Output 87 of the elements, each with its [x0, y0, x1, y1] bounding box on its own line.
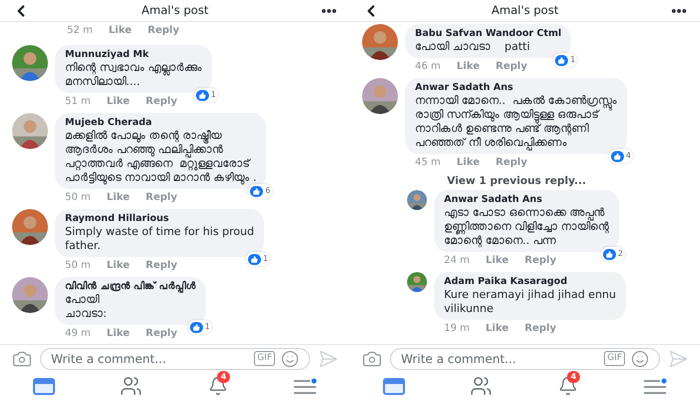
- comment-time: 19 m: [444, 323, 470, 335]
- reply-link[interactable]: Reply: [496, 61, 528, 73]
- commenter-name[interactable]: Mujeeb Cherada: [65, 117, 256, 129]
- reply-link[interactable]: Reply: [146, 260, 178, 272]
- comment-time: 46 m: [415, 61, 441, 73]
- comment-text-line: ഉണ്ണിത്താനെ വിളിച്ചോ നായിന്റെ: [444, 220, 609, 234]
- comment-text-line: മോന്റെ മോനെ.. പന്ന: [444, 234, 557, 248]
- emoji-icon[interactable]: [281, 350, 299, 368]
- comment-text-line: ആദർശം പറഞ്ഞു ഫലിപ്പിക്കാൻ: [65, 143, 224, 157]
- reply-link[interactable]: Reply: [146, 192, 178, 204]
- like-link[interactable]: Like: [106, 96, 130, 108]
- reply-link[interactable]: Reply: [524, 323, 556, 335]
- comment-field[interactable]: Write a comment... GIF: [390, 348, 660, 370]
- camera-icon[interactable]: [12, 348, 32, 368]
- like-icon: [190, 322, 203, 332]
- reply-link[interactable]: Reply: [496, 157, 528, 169]
- comment-text-line: Simply waste of time for his proud: [65, 225, 254, 239]
- comment-text-line: father.: [65, 239, 102, 253]
- gif-button[interactable]: GIF: [604, 350, 625, 366]
- page-title: Amal's post: [492, 2, 558, 19]
- comment-text-line: പോയി ചാവടാ patti: [415, 40, 531, 54]
- comment-text-line: പറഞ്ഞത് നീ ശരിവെപ്പിക്കണം: [415, 136, 568, 150]
- comment-time: 51 m: [65, 96, 91, 108]
- reaction-count: 1: [194, 88, 218, 102]
- reply-link[interactable]: Reply: [524, 255, 556, 267]
- like-link[interactable]: Like: [106, 260, 130, 272]
- friends-icon[interactable]: [470, 375, 492, 397]
- like-icon: [610, 150, 624, 162]
- comment-time: 52 m: [67, 25, 93, 37]
- view-replies-link[interactable]: View 1 previous reply...: [447, 175, 586, 187]
- comment-text-line: മനസിലായി....: [65, 75, 141, 89]
- like-link[interactable]: Like: [106, 328, 130, 340]
- commenter-name[interactable]: Babu Safvan Wandoor Ctml: [415, 28, 562, 40]
- camera-icon[interactable]: [362, 348, 382, 368]
- menu-icon[interactable]: [293, 378, 318, 394]
- reaction-count: 2: [600, 247, 625, 261]
- comment-time: 45 m: [415, 157, 441, 169]
- emoji-icon[interactable]: [631, 350, 649, 368]
- like-link[interactable]: Like: [456, 157, 480, 169]
- comment-text-line: പോയി: [65, 293, 100, 307]
- comment-text-line: എടാ പോടാ ഒന്നൊക്കെ അപ്പൻ: [444, 206, 606, 220]
- commenter-name[interactable]: വിവിൻ ചന്ദ്രൻ പിങ്ക് പർപ്പിൾ: [65, 281, 196, 293]
- like-icon: [602, 248, 616, 260]
- comment-text-line: നാറികൾ ഉണ്ടെന്നു പണ്ട് ആന്റണി: [415, 122, 590, 136]
- like-link[interactable]: Like: [486, 323, 509, 335]
- menu-icon[interactable]: [643, 378, 668, 394]
- comment-time: 24 m: [444, 255, 470, 267]
- news-feed-icon[interactable]: [32, 378, 55, 394]
- notification-badge: 4: [566, 371, 580, 383]
- comment-text-line: Kure neramayi jihad jihad ennu: [444, 288, 616, 302]
- reaction-count: 6: [248, 184, 272, 198]
- commenter-name[interactable]: Anwar Sadath Ans: [415, 82, 617, 94]
- news-feed-icon[interactable]: [382, 378, 405, 394]
- reply-link[interactable]: Reply: [148, 25, 180, 37]
- like-icon: [555, 54, 568, 66]
- comment-time: 49 m: [65, 328, 91, 340]
- like-icon: [196, 90, 209, 100]
- reply-link[interactable]: Reply: [146, 96, 178, 108]
- commenter-name[interactable]: Munnuziyad Mk: [65, 49, 202, 61]
- like-icon: [248, 254, 262, 264]
- commenter-name[interactable]: Adam Paika Kasaragod: [444, 276, 616, 288]
- comment-text-line: മക്കളിൽ പോലും തന്റെ രാഷ്ട്രീയ: [65, 129, 223, 143]
- gif-button[interactable]: GIF: [254, 350, 275, 366]
- comment-time: 50 m: [65, 192, 91, 204]
- comment-text-line: vilikunne: [444, 302, 494, 316]
- reply-link[interactable]: Reply: [146, 328, 178, 340]
- like-link[interactable]: Like: [106, 192, 130, 204]
- reaction-count: 1: [188, 320, 212, 334]
- reaction-count: 1: [246, 252, 270, 266]
- commenter-name[interactable]: Raymond Hillarious: [65, 213, 254, 225]
- comment-text-line: നന്നായി മോനെ.. പകൽ കോൺഗ്രസ്സും: [415, 94, 617, 108]
- notification-badge: 4: [216, 371, 230, 383]
- comment-text-line: നിന്റെ സ്വഭാവം എല്ലാർക്കും: [65, 61, 202, 75]
- like-icon: [250, 186, 264, 196]
- page-title: Amal's post: [142, 2, 208, 19]
- reaction-count: 4: [608, 149, 633, 163]
- like-link[interactable]: Like: [108, 25, 132, 37]
- comment-text-line: പാർട്ടിയുടെ നാവായി മാറാൻ കഴിയും .: [65, 171, 256, 185]
- reaction-count: 1: [553, 53, 578, 67]
- comment-text-line: ചാവടാ:: [65, 307, 108, 321]
- friends-icon[interactable]: [120, 375, 142, 397]
- comment-field[interactable]: Write a comment... GIF: [40, 348, 310, 370]
- like-link[interactable]: Like: [456, 61, 480, 73]
- commenter-name[interactable]: Anwar Sadath Ans: [444, 194, 609, 206]
- like-link[interactable]: Like: [486, 255, 509, 267]
- comment-time: 50 m: [65, 260, 91, 272]
- comment-text-line: പറ്റാത്തവർ എങ്ങനെ മറ്റുള്ളവരോട്: [65, 157, 252, 171]
